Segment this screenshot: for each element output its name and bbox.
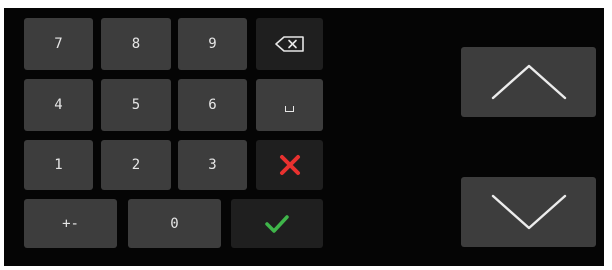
key-1[interactable]: 1 <box>24 140 93 190</box>
space-icon <box>285 106 294 112</box>
frame-top <box>0 0 612 8</box>
key-5-label: 5 <box>131 97 141 113</box>
numeric-keypad-screen: 7 8 9 4 5 6 1 2 3 +- 0 <box>0 0 612 270</box>
key-6-label: 6 <box>208 97 217 113</box>
key-4[interactable]: 4 <box>24 79 93 131</box>
frame-right <box>604 0 612 270</box>
key-0-label: 0 <box>170 215 179 232</box>
confirm-button[interactable] <box>231 199 323 248</box>
key-0[interactable]: 0 <box>128 199 221 248</box>
plus-minus-button[interactable]: +- <box>24 199 117 248</box>
close-icon <box>279 155 300 175</box>
frame-left <box>0 0 4 270</box>
key-3[interactable]: 3 <box>178 140 247 190</box>
chevron-up-icon <box>491 64 566 100</box>
backspace-button[interactable] <box>256 18 323 70</box>
scroll-up-button[interactable] <box>461 47 596 117</box>
key-2[interactable]: 2 <box>101 140 171 190</box>
key-4-label: 4 <box>54 97 63 113</box>
key-5[interactable]: 5 <box>101 79 171 131</box>
backspace-icon <box>274 36 304 52</box>
key-7-label: 7 <box>54 36 63 52</box>
key-2-label: 2 <box>131 157 141 173</box>
key-6[interactable]: 6 <box>178 79 247 131</box>
key-9[interactable]: 9 <box>178 18 247 70</box>
key-1-label: 1 <box>54 157 63 173</box>
check-icon <box>265 214 289 233</box>
key-8[interactable]: 8 <box>101 18 171 70</box>
key-3-label: 3 <box>208 157 217 173</box>
space-button[interactable] <box>256 79 323 131</box>
chevron-down-icon <box>491 194 566 230</box>
plus-minus-label: +- <box>62 215 79 232</box>
cancel-button[interactable] <box>256 140 323 190</box>
frame-bottom <box>0 266 612 270</box>
scroll-down-button[interactable] <box>461 177 596 247</box>
key-7[interactable]: 7 <box>24 18 93 70</box>
key-8-label: 8 <box>131 36 141 52</box>
key-9-label: 9 <box>208 36 217 52</box>
